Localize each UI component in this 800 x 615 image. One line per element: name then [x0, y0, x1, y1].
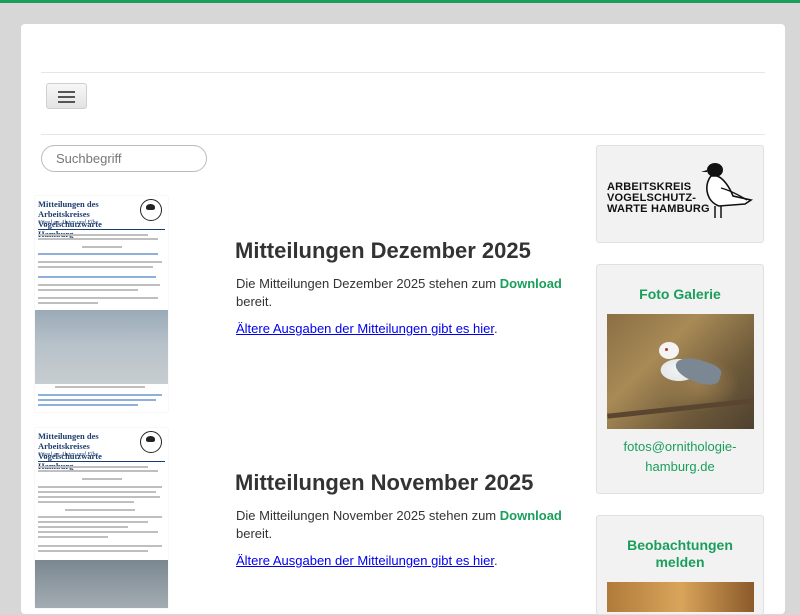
text-line	[82, 246, 122, 248]
text-line	[38, 526, 128, 528]
top-accent-bar	[0, 0, 800, 3]
text-line	[38, 404, 138, 406]
thumbnail-subheading: Vögel an Alster und Elbe	[38, 452, 99, 458]
text-line	[38, 266, 153, 268]
text-line	[38, 496, 160, 498]
post-body: Die Mitteilungen November 2025 stehen zu…	[236, 507, 566, 543]
text-line	[38, 238, 158, 240]
site-logo[interactable]: ARBEITSKREIS VOGELSCHUTZ- WARTE HAMBURG	[607, 160, 754, 224]
archive-suffix: .	[494, 321, 498, 336]
email-line: fotos@ornithologie-	[623, 439, 737, 454]
text-line	[65, 509, 135, 511]
download-link[interactable]: Download	[500, 276, 562, 291]
download-link[interactable]: Download	[500, 508, 562, 523]
text-line	[38, 284, 160, 286]
text-line	[38, 261, 162, 263]
text-line	[38, 550, 148, 552]
text-line	[38, 531, 158, 533]
text-line	[38, 276, 156, 278]
hamburger-icon-bar	[58, 96, 75, 98]
archive-suffix: .	[494, 553, 498, 568]
text-line	[38, 394, 162, 396]
bird-logo-icon	[140, 199, 162, 221]
gallery-photo-kite[interactable]	[607, 314, 754, 429]
branch	[607, 398, 754, 419]
bird-wing	[672, 353, 724, 389]
hamburger-icon-bar	[58, 101, 75, 103]
thumbnail-heading: Mitteilungen des Arbeitskreises Vogelsch…	[38, 431, 102, 471]
post-body: Die Mitteilungen Dezember 2025 stehen zu…	[236, 275, 566, 311]
hamburger-icon	[58, 91, 75, 93]
text-line	[55, 386, 145, 388]
thumbnail-photo-birds	[35, 560, 168, 608]
text-line	[38, 536, 108, 538]
bird-head	[659, 342, 679, 359]
gull-logo-icon	[701, 163, 754, 218]
post-title[interactable]: Mitteilungen Dezember 2025	[235, 238, 531, 264]
post-title[interactable]: Mitteilungen November 2025	[235, 470, 533, 496]
thumbnail-heading: Mitteilungen des Arbeitskreises Vogelsch…	[38, 199, 102, 239]
header-divider	[41, 72, 765, 73]
text-line	[38, 516, 162, 518]
email-line: hamburg.de	[645, 459, 715, 474]
text-line	[38, 501, 134, 503]
post-thumbnail-december[interactable]: Mitteilungen des Arbeitskreises Vogelsch…	[35, 196, 168, 412]
sidebar-gallery-box: Foto Galerie fotos@ornithologie- hamburg…	[596, 264, 764, 494]
gallery-email-link[interactable]: fotos@ornithologie- hamburg.de	[597, 437, 763, 477]
bird-logo-icon	[140, 431, 162, 453]
text-line	[38, 521, 148, 523]
download-link-label: Download	[499, 508, 562, 523]
archive-link[interactable]: Ältere Ausgaben der Mitteilungen gibt es…	[236, 321, 494, 336]
report-title-line: melden	[655, 554, 705, 570]
bird-eye	[665, 348, 668, 351]
post-body-text: Die Mitteilungen November 2025 stehen zu…	[236, 508, 500, 523]
text-line	[38, 399, 156, 401]
text-line	[38, 234, 148, 236]
download-link-label: Download	[499, 276, 562, 291]
text-line	[38, 253, 158, 255]
report-photo[interactable]	[607, 582, 754, 612]
divider	[38, 229, 165, 230]
divider	[38, 461, 165, 462]
text-line	[38, 470, 158, 472]
nav-divider	[41, 134, 765, 135]
archive-line: Ältere Ausgaben der Mitteilungen gibt es…	[236, 321, 498, 336]
sidebar-report-box: Beobachtungen melden	[596, 515, 764, 615]
post-body-text-end: bereit.	[236, 294, 273, 309]
post-body-text: Die Mitteilungen Dezember 2025 stehen zu…	[236, 276, 500, 291]
text-line	[38, 466, 148, 468]
text-line	[38, 302, 98, 304]
report-title[interactable]: Beobachtungen melden	[597, 537, 763, 571]
post-thumbnail-november[interactable]: Mitteilungen des Arbeitskreises Vogelsch…	[35, 428, 168, 608]
text-line	[38, 545, 162, 547]
gallery-title[interactable]: Foto Galerie	[597, 286, 763, 303]
search-input[interactable]	[41, 145, 207, 172]
post-body-text-end: bereit.	[236, 526, 273, 541]
text-line	[38, 297, 158, 299]
report-title-line: Beobachtungen	[627, 537, 733, 553]
archive-line: Ältere Ausgaben der Mitteilungen gibt es…	[236, 553, 498, 568]
text-line	[38, 491, 156, 493]
text-line	[38, 486, 162, 488]
text-line	[82, 478, 122, 480]
thumbnail-subheading: Vögel an Alster und Elbe	[38, 220, 99, 226]
thumbnail-photo-buzzard	[35, 310, 168, 384]
archive-link[interactable]: Ältere Ausgaben der Mitteilungen gibt es…	[236, 553, 494, 568]
text-line	[38, 289, 138, 291]
menu-toggle-button[interactable]	[46, 83, 87, 109]
sidebar-logo-box[interactable]: ARBEITSKREIS VOGELSCHUTZ- WARTE HAMBURG	[596, 145, 764, 243]
